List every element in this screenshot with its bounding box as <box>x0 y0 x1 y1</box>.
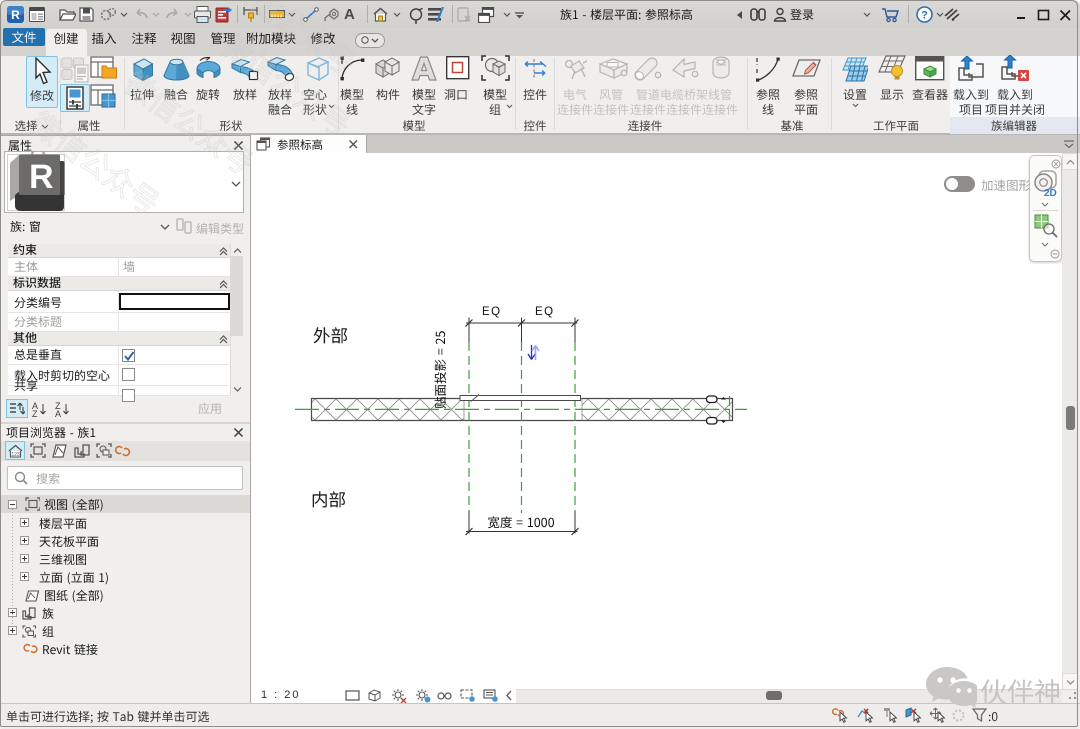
svg-text:?: ? <box>921 10 928 22</box>
svg-text:Z: Z <box>32 409 38 417</box>
svg-text:A: A <box>55 409 61 417</box>
svg-text:123: 123 <box>11 452 20 458</box>
svg-text:R: R <box>11 8 20 22</box>
